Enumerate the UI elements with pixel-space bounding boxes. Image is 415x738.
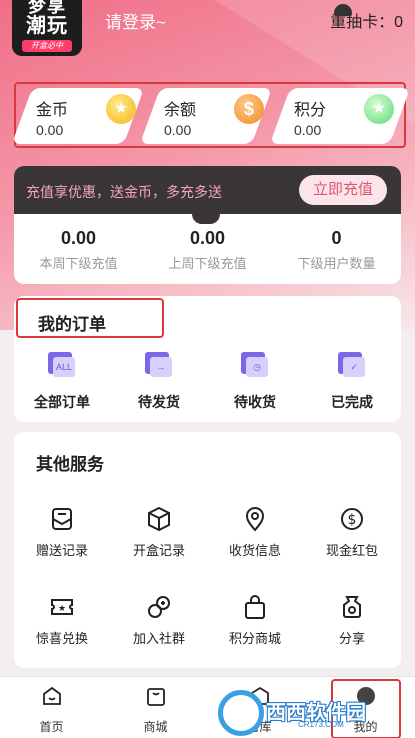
stat-value: 0.00 (164, 122, 192, 138)
gacha-card-label: 重抽卡：0 (330, 14, 403, 31)
location-pin-icon (242, 506, 268, 532)
gacha-card-count[interactable]: 重抽卡：0 (330, 4, 403, 32)
service-join-community[interactable]: 加入社群 (111, 594, 207, 647)
stat-value: 0.00 (294, 122, 322, 138)
recharge-card: 充值享优惠，送金币，多充多送 立即充值 0.00 本周下级充值 0.00 上周下… (14, 166, 401, 284)
watermark: 西西软件园 CR173.COM (218, 686, 398, 738)
service-gift-records[interactable]: 赠送记录 (14, 506, 110, 559)
stat-card-coins[interactable]: 金币 0.00 ★ (11, 88, 145, 144)
mall-bag-icon (146, 688, 165, 706)
home-icon (42, 686, 61, 705)
wallet-stats: 金币 0.00 ★ 余额 0.00 $ 积分 0.00 ★ (11, 82, 411, 148)
service-share[interactable]: 分享 (304, 594, 400, 647)
shopping-bag-icon (242, 594, 268, 620)
green-points-icon: ★ (364, 94, 394, 124)
recharge-button[interactable]: 立即充值 (299, 175, 387, 205)
dollar-circle-icon: $ (339, 506, 365, 532)
recharge-banner: 充值享优惠，送金币，多充多送 立即充值 (14, 166, 401, 214)
dollar-coin-icon: $ (234, 94, 264, 124)
service-shipping-info[interactable]: 收货信息 (207, 506, 303, 559)
recharge-stat: 0 下级用户数量 (297, 228, 376, 271)
pending-receipt-icon: ◷ (241, 352, 269, 378)
community-icon (146, 594, 172, 620)
completed-icon: ✓ (338, 352, 366, 378)
stat-card-balance[interactable]: 余额 0.00 $ (139, 88, 273, 144)
recharge-stat: 0.00 上周下级充值 (168, 228, 247, 271)
orders-title: 我的订单 (38, 315, 106, 334)
nav-mall[interactable]: 商城 (114, 685, 197, 735)
app-logo: 梦享 潮玩 开盒必中 (12, 0, 82, 56)
hat-icon (334, 4, 353, 16)
gift-record-icon (49, 506, 75, 532)
order-all[interactable]: ALL 全部订单 (14, 352, 110, 412)
pending-shipment-icon: → (145, 352, 173, 378)
all-orders-icon: ALL (48, 352, 76, 378)
other-services-panel: 其他服务 赠送记录 开盒记录 收货信息 $ 现金红包 ★ 惊喜兑换 加入社群 积… (14, 432, 401, 668)
recharge-stat: 0.00 本周下级充值 (39, 228, 118, 271)
stat-label: 积分 (294, 102, 327, 119)
watermark-sub: CR173.COM (298, 720, 344, 729)
orders-title-box: 我的订单 (16, 298, 164, 338)
svg-text:★: ★ (58, 604, 66, 614)
stat-card-points[interactable]: 积分 0.00 ★ (269, 88, 411, 144)
stat-label: 余额 (164, 102, 197, 119)
order-pending-receipt[interactable]: ◷ 待收货 (207, 352, 303, 412)
stat-label: 金币 (36, 102, 69, 119)
gold-coin-star-icon: ★ (106, 94, 136, 124)
service-surprise-exchange[interactable]: ★ 惊喜兑换 (14, 594, 110, 647)
service-cash-red-packet[interactable]: $ 现金红包 (304, 506, 400, 559)
banner-notch (192, 214, 220, 224)
watermark-logo-icon (218, 690, 264, 736)
ticket-icon: ★ (49, 594, 75, 620)
nav-home[interactable]: 首页 (10, 685, 93, 735)
services-title: 其他服务 (36, 455, 104, 474)
share-icon (339, 594, 365, 620)
box-icon (146, 506, 172, 532)
service-points-mall[interactable]: 积分商城 (207, 594, 303, 647)
service-box-records[interactable]: 开盒记录 (111, 506, 207, 559)
svg-text:$: $ (348, 512, 357, 528)
recharge-promo: 充值享优惠，送金币，多充多送 (26, 184, 222, 200)
stat-value: 0.00 (36, 122, 64, 138)
order-pending-shipment[interactable]: → 待发货 (111, 352, 207, 412)
order-completed[interactable]: ✓ 已完成 (304, 352, 400, 412)
my-orders-panel: 我的订单 ALL 全部订单 → 待发货 ◷ 待收货 ✓ 已完成 (14, 296, 401, 422)
login-prompt[interactable]: 请登录~ (105, 8, 166, 33)
